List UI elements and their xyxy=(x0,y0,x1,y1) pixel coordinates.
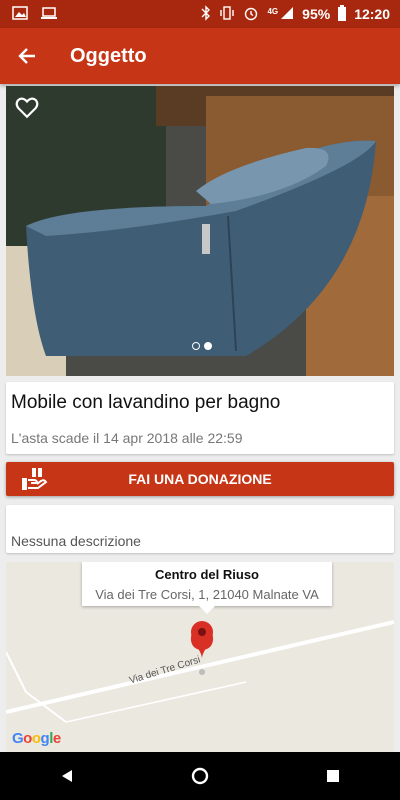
place-address: Via dei Tre Corsi, 1, 21040 Malnate VA xyxy=(95,587,319,602)
image-notification-icon xyxy=(12,5,28,24)
bluetooth-icon xyxy=(201,4,211,24)
page-title: Oggetto xyxy=(70,44,147,67)
google-logo: Google xyxy=(12,730,61,747)
carousel-indicator xyxy=(192,342,212,350)
location-map[interactable]: Centro del Riuso Via dei Tre Corsi, 1, 2… xyxy=(6,562,394,752)
square-recents-icon xyxy=(327,770,340,782)
auction-expiry: L'asta scade il 14 apr 2018 alle 22:59 xyxy=(11,430,243,446)
nav-home-button[interactable] xyxy=(180,756,220,796)
system-navigation-bar xyxy=(0,752,400,800)
carousel-dot[interactable] xyxy=(192,342,200,350)
vibrate-icon xyxy=(219,5,235,24)
nav-recents-button[interactable] xyxy=(313,756,353,796)
battery-icon xyxy=(338,4,347,24)
item-info-card: Mobile con lavandino per bagno L'asta sc… xyxy=(6,382,394,454)
description-card: Nessuna descrizione xyxy=(6,505,394,553)
item-photo xyxy=(6,86,394,376)
network-type-icon: 4G xyxy=(267,6,279,16)
battery-percent: 95% xyxy=(302,6,331,22)
bubble-tail xyxy=(199,606,215,614)
alarm-icon xyxy=(243,5,259,24)
clock: 12:20 xyxy=(354,6,390,22)
signal-icon xyxy=(280,6,294,23)
laptop-notification-icon xyxy=(40,5,58,24)
donate-button[interactable]: FAI UNA DONAZIONE xyxy=(6,462,394,496)
place-info-bubble[interactable]: Centro del Riuso Via dei Tre Corsi, 1, 2… xyxy=(82,562,332,606)
map-pin-icon[interactable] xyxy=(189,620,215,660)
item-title: Mobile con lavandino per bagno xyxy=(11,392,281,413)
status-bar: 4G 95% 12:20 xyxy=(0,0,400,28)
favorite-button[interactable] xyxy=(14,94,42,122)
carousel-dot-active[interactable] xyxy=(204,342,212,350)
circle-home-icon xyxy=(191,767,209,785)
item-photo-carousel[interactable] xyxy=(6,86,394,376)
app-bar: Oggetto xyxy=(0,28,400,84)
triangle-back-icon xyxy=(61,770,72,782)
heart-outline-icon xyxy=(15,97,39,119)
description-text: Nessuna descrizione xyxy=(11,533,141,549)
arrow-back-icon xyxy=(18,48,35,64)
nav-back-button[interactable] xyxy=(47,756,87,796)
place-name: Centro del Riuso xyxy=(154,567,259,582)
donate-button-label: FAI UNA DONAZIONE xyxy=(128,471,272,487)
donate-hand-icon xyxy=(22,466,48,490)
back-button[interactable] xyxy=(14,43,40,69)
